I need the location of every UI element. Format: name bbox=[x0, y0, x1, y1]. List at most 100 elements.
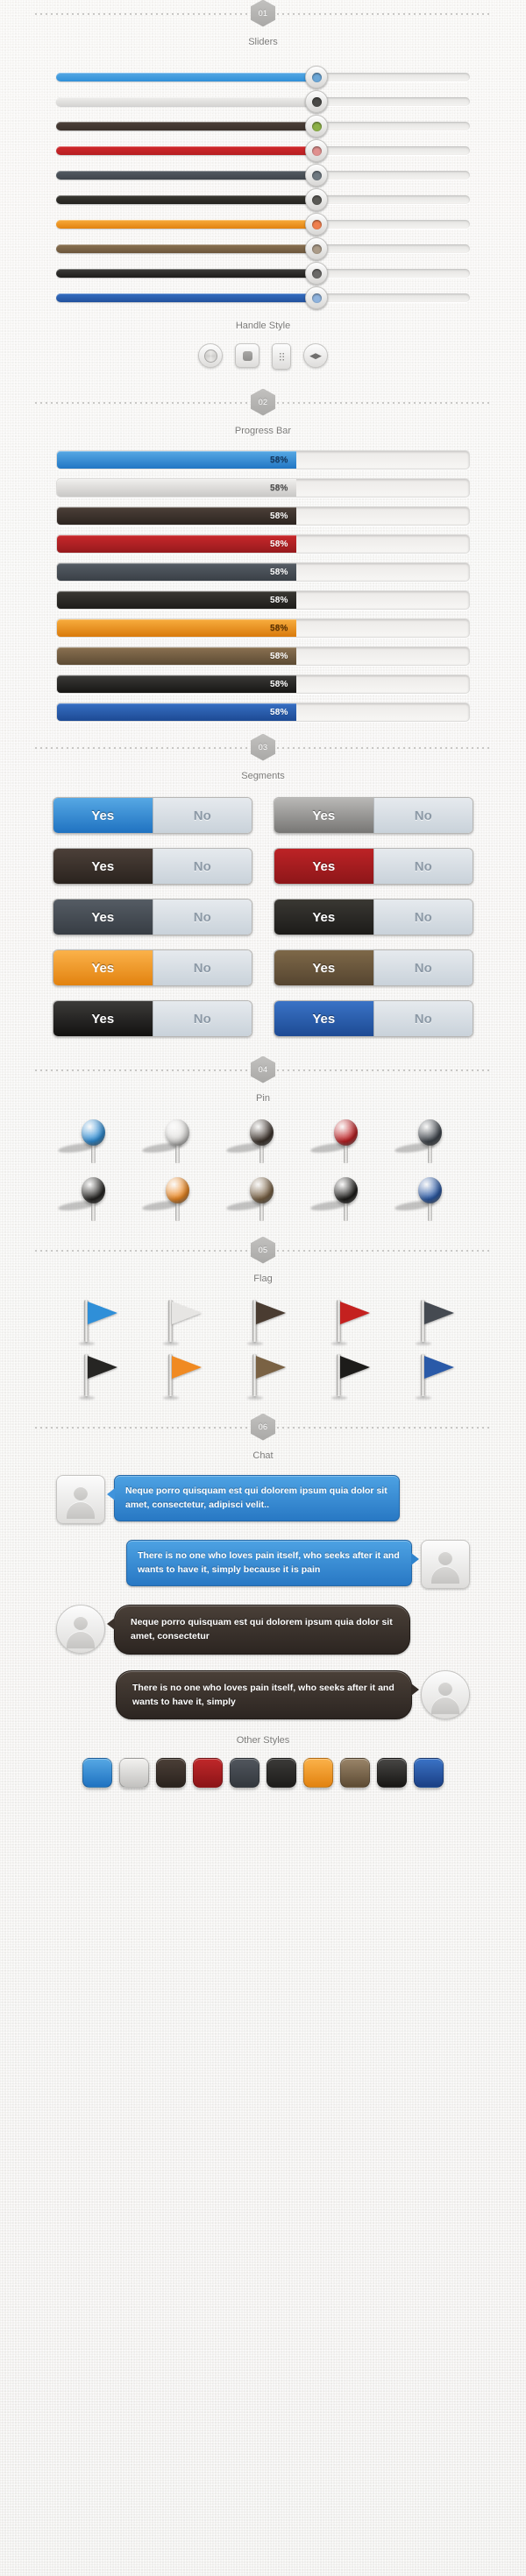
pin-black-leather[interactable] bbox=[53, 1174, 137, 1228]
flag-denim[interactable] bbox=[389, 1351, 473, 1401]
segment-black-leather[interactable]: Yes No bbox=[274, 899, 473, 935]
slider-dark-brown[interactable] bbox=[56, 112, 470, 138]
segment-black[interactable]: Yes No bbox=[53, 1000, 252, 1037]
swatch-red[interactable] bbox=[193, 1758, 223, 1789]
pin-brown[interactable] bbox=[221, 1174, 305, 1228]
flag-red[interactable] bbox=[305, 1296, 389, 1347]
slider-orange-wood[interactable] bbox=[56, 210, 470, 236]
slider-handle[interactable] bbox=[305, 262, 329, 285]
handle-style-round-brushed-handle[interactable] bbox=[198, 343, 223, 368]
slider-denim[interactable] bbox=[56, 284, 470, 309]
handle-style-vertical-grip-handle[interactable] bbox=[272, 343, 291, 370]
swatch-denim[interactable] bbox=[414, 1758, 444, 1789]
segment-no-button[interactable]: No bbox=[152, 900, 252, 935]
slider-black[interactable] bbox=[56, 259, 470, 285]
pin-white[interactable] bbox=[137, 1116, 221, 1170]
flag-black[interactable] bbox=[305, 1351, 389, 1401]
avatar[interactable] bbox=[421, 1540, 470, 1589]
slider-fill bbox=[56, 293, 317, 302]
slider-handle[interactable] bbox=[305, 90, 329, 113]
segment-no-button[interactable]: No bbox=[373, 950, 473, 985]
swatch-brown-leather[interactable] bbox=[340, 1758, 370, 1789]
chat-bubble-text: Neque porro quisquam est qui dolorem ips… bbox=[125, 1486, 387, 1511]
segment-no-button[interactable]: No bbox=[373, 849, 473, 884]
avatar[interactable] bbox=[421, 1669, 470, 1719]
segment-red[interactable]: Yes No bbox=[274, 848, 473, 885]
slider-handle[interactable] bbox=[305, 164, 329, 187]
pin-slate[interactable] bbox=[389, 1116, 473, 1170]
section-divider-06: 06 bbox=[33, 1413, 493, 1441]
segment-yes-button[interactable]: Yes bbox=[53, 900, 153, 935]
flag-dark-brown[interactable] bbox=[221, 1296, 305, 1347]
slider-red[interactable] bbox=[56, 137, 470, 162]
flag-blue[interactable] bbox=[53, 1296, 137, 1347]
swatch-black[interactable] bbox=[377, 1758, 407, 1789]
slider-handle[interactable] bbox=[305, 139, 329, 162]
slider-silver[interactable] bbox=[56, 88, 470, 113]
segment-yes-button[interactable]: Yes bbox=[274, 849, 373, 884]
segment-no-button[interactable]: No bbox=[152, 1001, 252, 1036]
progress-bar-slate: 58% bbox=[56, 562, 470, 582]
segment-no-button[interactable]: No bbox=[373, 798, 473, 833]
slider-brown-leather[interactable] bbox=[56, 235, 470, 260]
pin-red[interactable] bbox=[305, 1116, 389, 1170]
pin-blue[interactable] bbox=[53, 1116, 137, 1170]
flag-black-leather[interactable] bbox=[53, 1351, 137, 1401]
flag-brown[interactable] bbox=[221, 1351, 305, 1401]
slider-handle-dot bbox=[311, 170, 322, 180]
handle-style-arrows-handle[interactable]: ◀▶ bbox=[303, 343, 328, 368]
pin-denim[interactable] bbox=[389, 1174, 473, 1228]
segment-orange-wood[interactable]: Yes No bbox=[53, 949, 252, 986]
segment-yes-button[interactable]: Yes bbox=[53, 1001, 153, 1036]
segment-silver[interactable]: Yes No bbox=[274, 797, 473, 834]
segment-blue[interactable]: Yes No bbox=[53, 797, 252, 834]
avatar[interactable] bbox=[56, 1475, 105, 1524]
slider-handle[interactable] bbox=[305, 188, 329, 211]
swatch-black-leather[interactable] bbox=[267, 1758, 296, 1789]
slider-handle[interactable] bbox=[305, 286, 329, 309]
sliders-list bbox=[0, 47, 526, 309]
segment-yes-button[interactable]: Yes bbox=[53, 849, 153, 884]
swatch-silver[interactable] bbox=[119, 1758, 149, 1789]
swatch-blue[interactable] bbox=[82, 1758, 112, 1789]
swatch-slate[interactable] bbox=[230, 1758, 259, 1789]
slider-handle[interactable] bbox=[305, 213, 329, 236]
segment-denim[interactable]: Yes No bbox=[274, 1000, 473, 1037]
progress-fill: 58% bbox=[57, 451, 296, 469]
slider-handle[interactable] bbox=[305, 237, 329, 260]
slider-handle[interactable] bbox=[305, 66, 329, 88]
segment-yes-button[interactable]: Yes bbox=[274, 900, 373, 935]
flag-white[interactable] bbox=[137, 1296, 221, 1347]
section-title-progress: Progress Bar bbox=[234, 426, 292, 436]
slider-black-leather[interactable] bbox=[56, 186, 470, 211]
slider-blue[interactable] bbox=[56, 63, 470, 88]
segment-brown-leather[interactable]: Yes No bbox=[274, 949, 473, 986]
segment-no-button[interactable]: No bbox=[152, 849, 252, 884]
flag-orange[interactable] bbox=[137, 1351, 221, 1401]
slider-handle[interactable] bbox=[305, 115, 329, 138]
segment-no-button[interactable]: No bbox=[152, 950, 252, 985]
segment-no-button[interactable]: No bbox=[373, 1001, 473, 1036]
segment-yes-button[interactable]: Yes bbox=[274, 950, 373, 985]
chat-bubble-text: There is no one who loves pain itself, w… bbox=[138, 1550, 400, 1576]
progress-value-label: 58% bbox=[269, 595, 288, 605]
progress-list: 58% 58% 58% 58% 58% 58% 58% 58% 58% 58% bbox=[0, 436, 526, 722]
segment-yes-button[interactable]: Yes bbox=[53, 950, 153, 985]
pin-orange[interactable] bbox=[137, 1174, 221, 1228]
segment-yes-button[interactable]: Yes bbox=[274, 1001, 373, 1036]
segment-no-button[interactable]: No bbox=[373, 900, 473, 935]
segment-dark-brown[interactable]: Yes No bbox=[53, 848, 252, 885]
handle-style-rounded-square-handle[interactable] bbox=[235, 343, 259, 368]
swatch-orange-wood[interactable] bbox=[303, 1758, 333, 1789]
swatch-dark-brown[interactable] bbox=[156, 1758, 186, 1789]
pin-dark-brown[interactable] bbox=[221, 1116, 305, 1170]
avatar[interactable] bbox=[56, 1605, 105, 1654]
segment-yes-button[interactable]: Yes bbox=[274, 798, 373, 833]
segment-no-button[interactable]: No bbox=[152, 798, 252, 833]
segment-slate[interactable]: Yes No bbox=[53, 899, 252, 935]
avatar-body-icon bbox=[67, 1631, 95, 1648]
slider-slate[interactable] bbox=[56, 161, 470, 187]
segment-yes-button[interactable]: Yes bbox=[53, 798, 153, 833]
pin-black[interactable] bbox=[305, 1174, 389, 1228]
flag-slate[interactable] bbox=[389, 1296, 473, 1347]
